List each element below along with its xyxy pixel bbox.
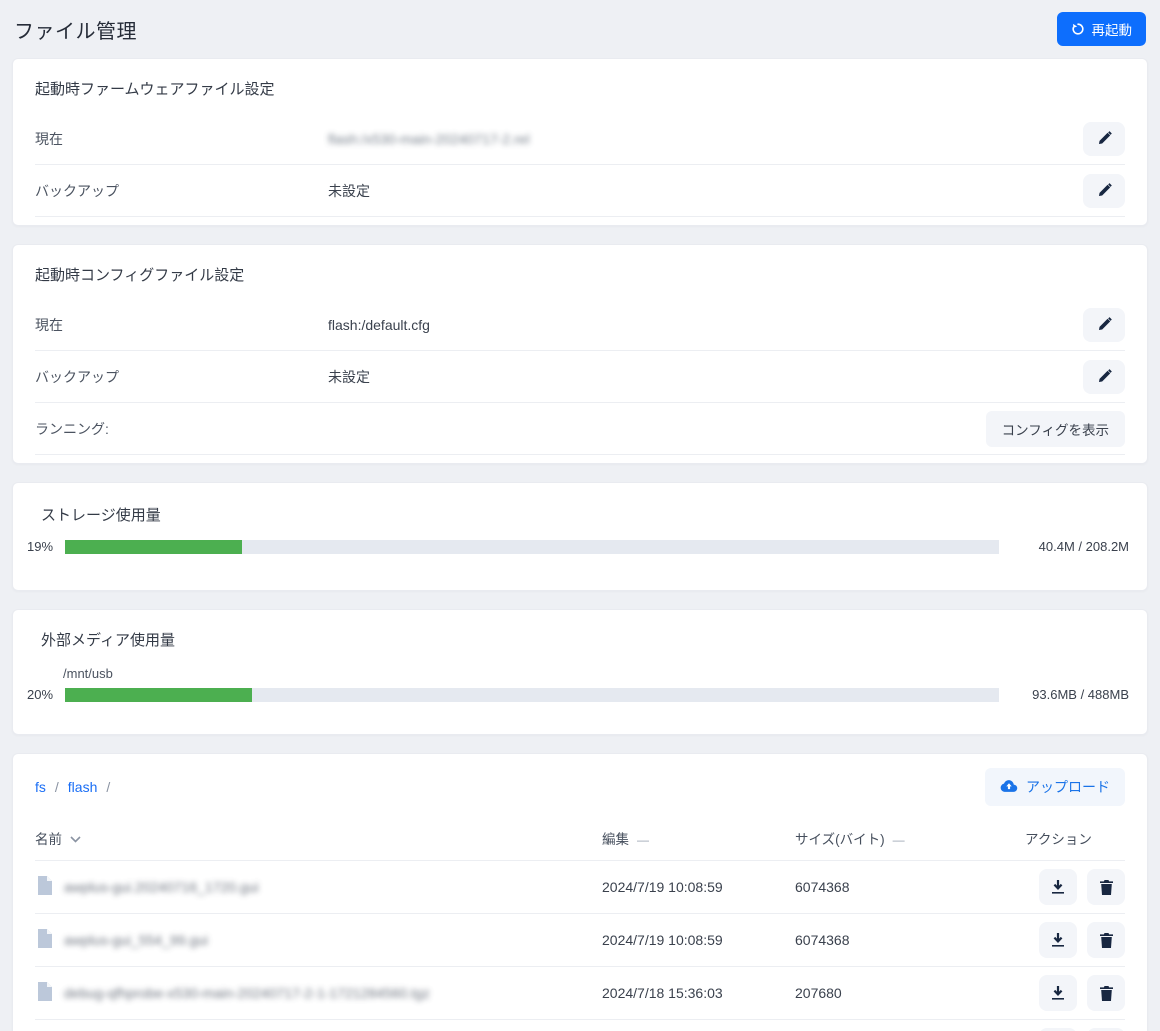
download-icon: [1051, 880, 1065, 895]
column-header-edited[interactable]: 編集: [602, 832, 629, 847]
file-browser-toolbar: fs / flash / アップロード: [35, 754, 1125, 818]
table-row: debug-qfhprobe-x530-main-20240717-2-1-17…: [35, 967, 1125, 1020]
file-size: 9491: [795, 1020, 1025, 1031]
breadcrumb-separator: /: [106, 779, 110, 795]
config-running-row: ランニング: コンフィグを表示: [35, 403, 1125, 455]
breadcrumb-fs-link[interactable]: fs: [35, 779, 46, 795]
storage-usage-title: ストレージ使用量: [27, 485, 1129, 539]
file-icon: [37, 876, 52, 898]
config-current-value: flash:/default.cfg: [328, 317, 1083, 333]
file-name[interactable]: awplus-gui.20240716_1720.gui: [64, 879, 259, 895]
show-config-button[interactable]: コンフィグを表示: [986, 411, 1125, 447]
trash-icon: [1100, 880, 1113, 895]
page-title: ファイル管理: [14, 15, 137, 44]
delete-button[interactable]: [1087, 869, 1125, 905]
boot-firmware-card-title: 起動時ファームウェアファイル設定: [35, 59, 1125, 113]
external-percent-label: 20%: [27, 687, 65, 702]
file-size: 6074368: [795, 861, 1025, 914]
table-row: awplus-gui_554_99.gui 2024/7/19 10:08:59…: [35, 914, 1125, 967]
file-icon: [37, 982, 52, 1004]
restart-icon: [1071, 22, 1085, 36]
sort-dash-icon[interactable]: —: [637, 833, 649, 847]
firmware-current-row: 現在 flash:/x530-main-20240717-2.rel: [35, 113, 1125, 165]
files-table: 名前 編集 — サイズ(バイト) — アクション: [35, 818, 1125, 1031]
firmware-backup-label: バックアップ: [35, 181, 328, 201]
file-browser-card: fs / flash / アップロード 名前: [12, 753, 1148, 1031]
file-size: 6074368: [795, 914, 1025, 967]
sort-dash-icon[interactable]: —: [893, 833, 905, 847]
breadcrumb-flash-link[interactable]: flash: [68, 779, 98, 795]
file-name[interactable]: debug-qfhprobe-x530-main-20240717-2-1-17…: [64, 985, 430, 1001]
breadcrumb: fs / flash /: [35, 779, 110, 795]
external-media-card: 外部メディア使用量 /mnt/usb 20% 93.6MB / 488MB: [12, 609, 1148, 735]
chevron-down-icon[interactable]: [70, 831, 81, 846]
pencil-icon: [1097, 183, 1112, 198]
firmware-current-value: flash:/x530-main-20240717-2.rel: [328, 131, 1083, 147]
storage-percent-label: 19%: [27, 539, 65, 554]
config-backup-value: 未設定: [328, 367, 1083, 387]
restart-button[interactable]: 再起動: [1057, 12, 1147, 46]
config-backup-label: バックアップ: [35, 367, 328, 387]
file-edited: 2024/7/19 10:08:59: [602, 861, 795, 914]
pencil-icon: [1097, 369, 1112, 384]
external-progress-bar: [65, 688, 999, 702]
upload-button-label: アップロード: [1026, 777, 1110, 797]
mount-point-label: /mnt/usb: [63, 666, 1129, 681]
download-button[interactable]: [1039, 922, 1077, 958]
firmware-backup-row: バックアップ 未設定: [35, 165, 1125, 217]
pencil-icon: [1097, 131, 1112, 146]
page-header: ファイル管理 再起動: [12, 10, 1148, 58]
download-button[interactable]: [1039, 975, 1077, 1011]
table-row: awplus-gui.20240716_1720.gui 2024/7/19 1…: [35, 861, 1125, 914]
file-edited: 2024/6/6 15:39:15: [602, 1020, 795, 1031]
file-size: 207680: [795, 967, 1025, 1020]
storage-progress-fill: [65, 540, 242, 554]
boot-firmware-card: 起動時ファームウェアファイル設定 現在 flash:/x530-main-202…: [12, 58, 1148, 226]
download-icon: [1051, 986, 1065, 1001]
boot-config-card: 起動時コンフィグファイル設定 現在 flash:/default.cfg バック…: [12, 244, 1148, 464]
column-header-size[interactable]: サイズ(バイト): [795, 832, 885, 847]
storage-usage-value: 40.4M / 208.2M: [1021, 539, 1129, 554]
storage-usage-card: ストレージ使用量 19% 40.4M / 208.2M: [12, 482, 1148, 591]
config-running-label: ランニング:: [35, 419, 328, 439]
cloud-upload-icon: [1000, 779, 1018, 796]
firmware-backup-edit-button[interactable]: [1083, 174, 1125, 208]
firmware-backup-value: 未設定: [328, 181, 1083, 201]
external-media-title: 外部メディア使用量: [27, 610, 1129, 664]
pencil-icon: [1097, 317, 1112, 332]
firmware-current-edit-button[interactable]: [1083, 122, 1125, 156]
file-edited: 2024/7/18 15:36:03: [602, 967, 795, 1020]
column-header-actions: アクション: [1025, 832, 1092, 847]
trash-icon: [1100, 986, 1113, 1001]
upload-button[interactable]: アップロード: [985, 768, 1125, 806]
file-edited: 2024/7/19 10:08:59: [602, 914, 795, 967]
config-current-row: 現在 flash:/default.cfg: [35, 299, 1125, 351]
files-table-header: 名前 編集 — サイズ(バイト) — アクション: [35, 818, 1125, 861]
file-management-page: ファイル管理 再起動 起動時ファームウェアファイル設定 現在 flash:/x5…: [0, 0, 1160, 1031]
download-button[interactable]: [1039, 869, 1077, 905]
breadcrumb-separator: /: [55, 779, 59, 795]
column-header-name[interactable]: 名前: [35, 828, 62, 848]
delete-button[interactable]: [1087, 975, 1125, 1011]
download-icon: [1051, 933, 1065, 948]
external-media-bar-row: 20% 93.6MB / 488MB: [27, 687, 1129, 702]
trash-icon: [1100, 933, 1113, 948]
table-row: default.cfg 2024/6/6 15:39:15 9491: [35, 1020, 1125, 1031]
external-usage-value: 93.6MB / 488MB: [1021, 687, 1129, 702]
storage-usage-bar-row: 19% 40.4M / 208.2M: [27, 539, 1129, 554]
config-backup-row: バックアップ 未設定: [35, 351, 1125, 403]
boot-config-card-title: 起動時コンフィグファイル設定: [35, 245, 1125, 299]
config-current-label: 現在: [35, 315, 328, 335]
config-current-edit-button[interactable]: [1083, 308, 1125, 342]
firmware-current-label: 現在: [35, 129, 328, 149]
external-progress-fill: [65, 688, 252, 702]
file-icon: [37, 929, 52, 951]
file-name[interactable]: awplus-gui_554_99.gui: [64, 932, 208, 948]
storage-progress-bar: [65, 540, 999, 554]
delete-button[interactable]: [1087, 922, 1125, 958]
config-backup-edit-button[interactable]: [1083, 360, 1125, 394]
restart-button-label: 再起動: [1092, 19, 1133, 39]
